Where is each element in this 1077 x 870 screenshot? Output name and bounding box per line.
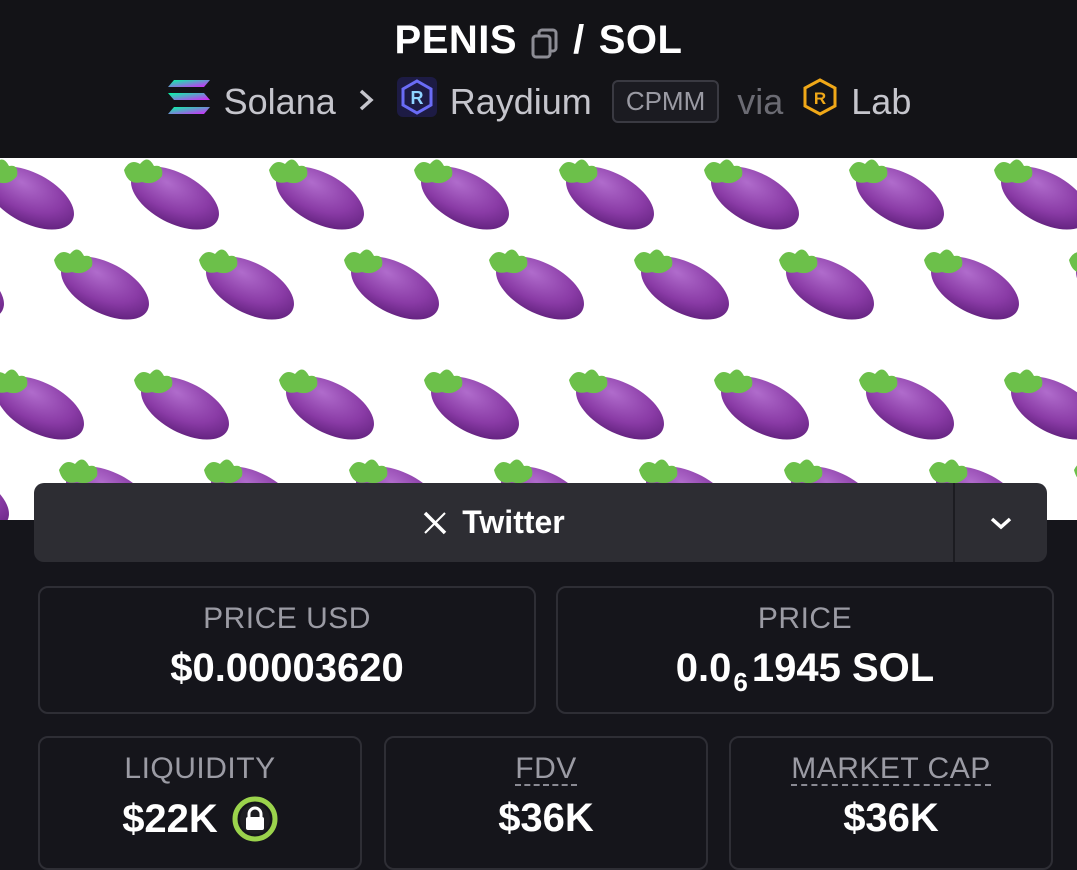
fdv-value: $36K [498,796,594,840]
launchpad-name[interactable]: Lab [851,81,911,123]
eggplant-emoji [265,158,375,243]
fdv-label[interactable]: FDV [515,754,577,786]
eggplant-emoji [0,363,95,453]
eggplant-emoji [485,243,595,333]
more-links-dropdown[interactable] [955,483,1047,562]
pair-header: PENIS / SOL Solana R Raydium CPMM via R … [0,0,1077,158]
eggplant-emoji [565,363,675,453]
price-usd-card: PRICE USD $0.00003620 [38,586,536,714]
lock-icon[interactable] [232,796,278,842]
eggplant-emoji [120,158,230,243]
eggplant-emoji [340,243,450,333]
eggplant-emoji [50,243,160,333]
eggplant-emoji [195,243,305,333]
price-native-value: 0.0 6 1945 SOL [558,646,1052,697]
liquidity-row: $22K [40,796,360,842]
token-symbol: PENIS [394,18,518,62]
eggplant-emoji [0,453,20,520]
price-zero-count: 6 [733,667,748,697]
eggplant-emoji [555,158,665,243]
svg-text:R: R [814,89,826,108]
liquidity-value: $22K [122,796,218,841]
eggplant-emoji [1065,243,1077,333]
twitter-label: Twitter [462,504,565,540]
chevron-right-icon [358,82,374,121]
liquidity-label: LIQUIDITY [124,752,276,785]
price-digits: 1945 SOL [751,646,935,690]
price-usd-value: $0.00003620 [170,646,404,690]
eggplant-emoji [1070,453,1077,520]
copy-icon[interactable] [531,25,559,58]
fdv-card: FDV $36K [384,736,708,870]
token-banner-image [0,158,1077,520]
market-cap-label[interactable]: MARKET CAP [791,754,991,786]
raydium-logo: R [396,76,438,127]
x-logo-icon [423,511,447,534]
eggplant-emoji [1000,363,1077,453]
pool-type-badge: CPMM [611,80,720,123]
eggplant-emoji [0,243,15,333]
eggplant-emoji [410,158,520,243]
eggplant-emoji [775,243,885,333]
price-prefix: 0.0 [675,646,732,690]
eggplant-emoji [630,243,740,333]
eggplant-emoji [920,243,1030,333]
market-cap-value: $36K [843,796,939,840]
eggplant-emoji [700,158,810,243]
eggplant-emoji [420,363,530,453]
eggplant-emoji [0,158,85,243]
breadcrumb: Solana R Raydium CPMM via R Lab [0,76,1077,127]
price-label: PRICE [757,602,853,635]
liquidity-card: LIQUIDITY $22K [38,736,362,870]
eggplant-emoji [845,158,955,243]
market-cap-card: MARKET CAP $36K [729,736,1053,870]
via-label: via [737,80,784,122]
solana-logo [166,78,212,125]
price-usd-label: PRICE USD [203,602,371,635]
svg-text:R: R [410,88,423,108]
eggplant-emoji [275,363,385,453]
price-native-card: PRICE 0.0 6 1945 SOL [556,586,1054,714]
quote-symbol: SOL [598,18,683,62]
twitter-button[interactable]: Twitter [34,483,953,562]
dex-name[interactable]: Raydium [450,81,592,123]
social-links-bar: Twitter [34,483,1047,562]
pair-separator: / [573,18,585,62]
eggplant-emoji [130,363,240,453]
eggplant-emoji [710,363,820,453]
raydium-lab-logo: R [801,77,839,126]
chain-name[interactable]: Solana [224,81,336,123]
eggplant-emoji [990,158,1077,243]
eggplant-emoji [855,363,965,453]
chevron-down-icon [990,517,1012,529]
pair-title: PENIS / SOL [0,18,1077,63]
